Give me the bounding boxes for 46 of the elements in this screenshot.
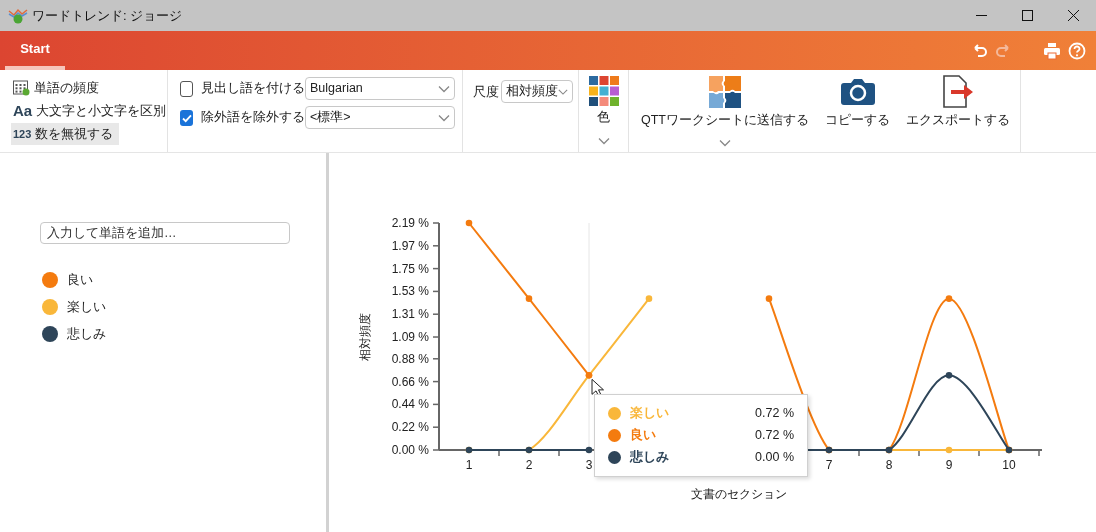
x-tick-label: 10 <box>1002 458 1016 472</box>
option-toggle[interactable]: 123 数を無視する <box>11 123 120 145</box>
y-tick-label: 1.31 % <box>391 307 429 322</box>
y-tick-label: 0.44 % <box>391 397 429 412</box>
checkbox-label[interactable]: 除外語を除外する <box>180 108 305 127</box>
badge-label: Aa <box>13 100 33 121</box>
color-button[interactable]: 色 <box>579 70 629 152</box>
word-label[interactable]: 悲しみ <box>67 324 106 344</box>
series-value: 0.72 % <box>755 427 794 445</box>
series-value: 0.00 % <box>755 449 794 467</box>
y-tick-label: 2.19 % <box>391 216 429 230</box>
series-name: 悲しみ <box>630 449 669 467</box>
y-tick-label: 1.97 % <box>391 238 429 253</box>
option-toggle[interactable]: Aa 大文字と小文字を区別 <box>11 100 173 122</box>
y-tick-label: 0.88 % <box>391 351 429 366</box>
scale-label: 尺度 <box>473 84 499 101</box>
dropdown-field[interactable]: <標準> <box>305 106 455 129</box>
badge-label: 123 <box>13 126 32 142</box>
x-tick-label: 2 <box>525 458 533 472</box>
x-tick-label: 1 <box>465 458 473 472</box>
option-toggle[interactable]: 単語の頻度 <box>11 77 105 99</box>
y-tick-label: 0.22 % <box>391 420 429 435</box>
checkbox-label[interactable]: 見出し語を付ける <box>180 79 305 98</box>
y-tick-label: 0.00 % <box>391 443 429 457</box>
y-tick-label: 1.75 % <box>391 261 429 276</box>
word-label[interactable]: 良い <box>67 270 93 290</box>
series-name: 良い <box>630 427 656 445</box>
action-button[interactable]: QTTワークシートに送信する <box>639 70 811 152</box>
word-label[interactable]: 楽しい <box>67 297 106 317</box>
x-axis-title: 文書のセクション <box>691 487 787 501</box>
y-tick-label: 0.66 % <box>391 374 429 389</box>
x-tick-label: 7 <box>825 458 833 472</box>
series-value: 0.72 % <box>755 405 794 423</box>
x-tick-label: 8 <box>885 458 893 472</box>
y-axis-title: 相対頻度 <box>358 312 372 361</box>
dropdown-field[interactable]: Bulgarian <box>305 77 455 100</box>
scale-dropdown[interactable]: 相対頻度 <box>501 80 573 103</box>
series-name: 楽しい <box>630 405 669 423</box>
word-input[interactable]: 入力して単語を追加… <box>40 222 290 244</box>
x-tick-label: 3 <box>585 458 593 472</box>
x-tick-label: 9 <box>945 458 953 472</box>
action-button[interactable]: コピーする <box>823 70 892 152</box>
action-button[interactable]: エクスポートする <box>904 70 1012 152</box>
y-tick-label: 1.09 % <box>391 330 429 344</box>
y-tick-label: 1.53 % <box>391 284 429 299</box>
window-title: ワードトレンド: ジョージ <box>32 6 183 25</box>
